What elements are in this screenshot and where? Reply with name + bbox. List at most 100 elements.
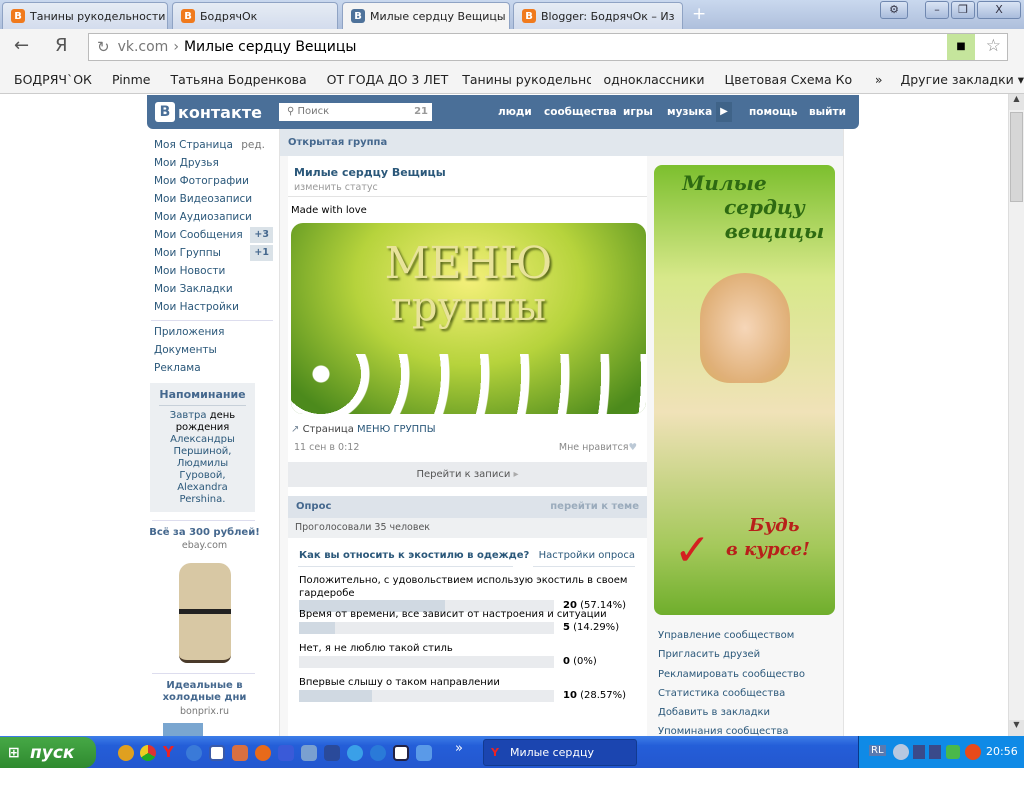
nav-music[interactable]: музыка: [667, 106, 712, 118]
community-mentions-link[interactable]: Упоминания сообщества: [658, 722, 805, 736]
post-date[interactable]: 11 сен в 0:12: [294, 442, 359, 453]
ie-icon[interactable]: [347, 745, 363, 761]
menu-page-link[interactable]: МЕНЮ ГРУППЫ: [357, 424, 436, 435]
tab-taniny[interactable]: B Танины рукодельности: [2, 2, 168, 29]
window-icon[interactable]: [393, 745, 409, 761]
close-window-button[interactable]: X: [977, 1, 1021, 19]
advertise-community-link[interactable]: Рекламировать сообщество: [658, 665, 805, 684]
firefox-icon[interactable]: [255, 745, 271, 761]
bookmark[interactable]: ОТ ГОДА ДО 3 ЛЕТ (Л: [327, 72, 451, 87]
vk-logo[interactable]: В контакте: [155, 102, 262, 122]
go-to-post-button[interactable]: Перейти к записи ▸: [288, 462, 647, 487]
tab-bodryachok[interactable]: B БодрячОк: [172, 2, 338, 29]
search-app-icon[interactable]: [301, 745, 317, 761]
menu-messages[interactable]: Мои Сообщения +3: [147, 226, 277, 244]
tray-expand-icon[interactable]: [893, 744, 909, 760]
tab-blogger[interactable]: B Blogger: БодрячОк – Из: [513, 2, 683, 29]
nav-games[interactable]: игры: [623, 106, 653, 118]
bookmark[interactable]: одноклассники: [603, 72, 704, 87]
bookmark[interactable]: БОДРЯЧ`ОК: [14, 72, 92, 87]
menu-bookmarks[interactable]: Мои Закладки: [147, 280, 277, 298]
poll-option-bar[interactable]: [299, 656, 554, 668]
media-player-icon[interactable]: [370, 745, 386, 761]
nav-people[interactable]: люди: [498, 106, 532, 118]
nav-communities[interactable]: сообщества: [544, 106, 617, 118]
poll-settings-link[interactable]: Настройки опроса: [539, 550, 635, 561]
taskbar-window-button[interactable]: Y Милые сердцу Вещи...: [483, 739, 637, 784]
ad-ebay[interactable]: Всё за 300 рублей! ebay.com: [147, 527, 262, 663]
start-button[interactable]: ⊞ пуск: [0, 737, 96, 768]
invite-friends-link[interactable]: Пригласить друзей: [658, 645, 805, 664]
yandex-browser-icon[interactable]: Y: [163, 743, 179, 761]
bookmark[interactable]: Цветовая Схема Конс: [725, 72, 853, 87]
scroll-down-arrow[interactable]: ▼: [1009, 720, 1024, 736]
app-icon[interactable]: [416, 745, 432, 761]
network-icon[interactable]: [913, 745, 925, 759]
scroll-thumb[interactable]: [1010, 112, 1023, 202]
quicklaunch-more[interactable]: »: [455, 741, 463, 756]
edit-link[interactable]: ред.: [241, 136, 265, 154]
bookmarks-more[interactable]: »: [875, 72, 883, 87]
chrome-icon[interactable]: [140, 745, 156, 761]
nav-logout[interactable]: выйти: [809, 106, 846, 118]
menu-apps[interactable]: Приложения: [147, 323, 277, 341]
save-icon[interactable]: [324, 745, 340, 761]
manage-community-link[interactable]: Управление сообществом: [658, 626, 805, 645]
yandex-button[interactable]: Я: [55, 35, 68, 56]
lock-icon[interactable]: ■: [947, 34, 975, 60]
like-button[interactable]: Мне нравится♥: [559, 442, 637, 453]
ad-bonprix[interactable]: Идеальные в холодные дни bonprix.ru: [147, 680, 262, 736]
settings-gear-icon[interactable]: ⚙: [880, 1, 908, 19]
menu-photos[interactable]: Мои Фотографии: [147, 172, 277, 190]
vk-header: В контакте ⚲ Поиск 21 люди сообщества иг…: [147, 95, 859, 129]
other-bookmarks[interactable]: Другие закладки ▾: [900, 72, 1024, 87]
language-indicator[interactable]: RL: [869, 745, 886, 756]
antivirus-icon[interactable]: [946, 745, 960, 759]
left-menu: Моя Страница ред. Мои Друзья Мои Фотограф…: [147, 136, 277, 736]
word-icon[interactable]: [209, 745, 225, 761]
menu-documents[interactable]: Документы: [147, 341, 277, 359]
address-bar[interactable]: ↻ vk.com › Милые сердцу Вещицы ■ ☆: [88, 33, 1008, 61]
go-to-topic-link[interactable]: перейти к теме: [550, 496, 639, 518]
bookmark[interactable]: Танины рукодельності: [462, 72, 591, 87]
menu-settings[interactable]: Мои Настройки: [147, 298, 277, 316]
new-tab-button[interactable]: +: [692, 4, 706, 24]
change-status-link[interactable]: изменить статус: [294, 182, 378, 193]
network-icon[interactable]: [929, 745, 941, 759]
daemon-tools-icon[interactable]: [278, 745, 294, 761]
reload-icon[interactable]: ↻: [97, 38, 110, 56]
back-button[interactable]: ←: [14, 35, 29, 56]
menu-my-page[interactable]: Моя Страница ред.: [147, 136, 277, 154]
menu-news[interactable]: Мои Новости: [147, 262, 277, 280]
poll-option-bar[interactable]: [299, 622, 554, 634]
poll-option-text: Положительно, с удовольствием использую …: [299, 575, 628, 599]
mail-agent-icon[interactable]: [186, 745, 202, 761]
search-input[interactable]: ⚲ Поиск 21: [279, 103, 432, 121]
tab-vk-active[interactable]: BМилые сердцу Вещицы×: [342, 2, 510, 29]
bookmark[interactable]: Pinme: [112, 72, 151, 87]
vertical-scrollbar[interactable]: ▲ ▼: [1008, 94, 1024, 736]
bookmark[interactable]: Татьяна Бодренкова: [170, 72, 306, 87]
messages-badge: +3: [250, 227, 273, 243]
menu-friends[interactable]: Мои Друзья: [147, 154, 277, 172]
menu-post-image[interactable]: МЕНЮ группы: [291, 223, 646, 414]
aimp-icon[interactable]: [118, 745, 134, 761]
menu-groups[interactable]: Мои Группы +1: [147, 244, 277, 262]
poll-option-percent: (0%): [573, 656, 597, 667]
star-icon[interactable]: ☆: [986, 36, 1001, 56]
alert-icon[interactable]: [965, 744, 981, 760]
minimize-button[interactable]: –: [925, 1, 949, 19]
nav-help[interactable]: помощь: [749, 106, 798, 118]
divider: [152, 673, 255, 674]
play-icon[interactable]: ▶: [716, 102, 732, 122]
community-stats-link[interactable]: Статистика сообщества: [658, 684, 805, 703]
add-to-bookmarks-link[interactable]: Добавить в закладки: [658, 703, 805, 722]
poll-option-bar[interactable]: [299, 690, 554, 702]
app-icon[interactable]: [232, 745, 248, 761]
menu-ads[interactable]: Реклама: [147, 359, 277, 377]
menu-videos[interactable]: Мои Видеозаписи: [147, 190, 277, 208]
menu-audio[interactable]: Мои Аудиозаписи: [147, 208, 277, 226]
scroll-up-arrow[interactable]: ▲: [1009, 94, 1024, 110]
maximize-button[interactable]: ❐: [951, 1, 975, 19]
group-banner[interactable]: Милые сердцу вещицы Будь в курсе! ✓: [654, 165, 835, 615]
